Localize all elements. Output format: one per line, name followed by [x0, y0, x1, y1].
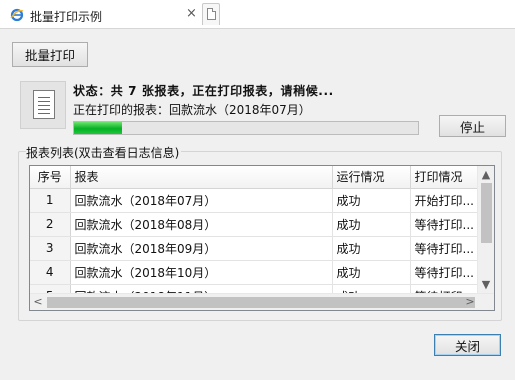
report-list-title: 报表列表(双击查看日志信息)	[26, 144, 182, 161]
batch-print-button[interactable]: 批量打印	[12, 42, 88, 67]
tab-title: 批量打印示例	[30, 10, 103, 24]
report-name-cell: 回款流水（2018年07月）	[70, 188, 333, 213]
row-number: 2	[30, 212, 71, 237]
report-name-cell: 回款流水（2018年10月）	[70, 260, 333, 285]
print-status-cell: 开始打印...	[410, 188, 483, 213]
tab-bar: 批量打印示例 ×	[0, 0, 515, 30]
print-status-cell: 等待打印...	[410, 260, 483, 285]
row-number: 1	[30, 188, 71, 213]
vertical-scroll-thumb[interactable]	[481, 183, 492, 243]
table-row[interactable]: 4 回款流水（2018年10月） 成功 等待打印...	[30, 260, 483, 285]
horizontal-scrollbar[interactable]: < >	[30, 293, 494, 310]
stop-button[interactable]: 停止	[439, 115, 506, 137]
report-grid[interactable]: 序号 报表 运行情况 打印情况 1 回款流水（2018年07月） 成功 开始打印…	[29, 165, 495, 311]
new-tab-icon	[207, 8, 216, 20]
row-number: 3	[30, 236, 71, 261]
tab-batch-print-demo[interactable]: 批量打印示例 ×	[2, 2, 200, 28]
browser-ie-icon	[10, 8, 24, 22]
status-text: 状态：共 7 张报表，正在打印报表，请稍候...	[73, 84, 334, 98]
report-name-cell: 回款流水（2018年09月）	[70, 236, 333, 261]
row-number: 4	[30, 260, 71, 285]
column-header-print-status[interactable]: 打印情况	[410, 166, 483, 189]
run-status-cell: 成功	[332, 188, 411, 213]
column-header-run-status[interactable]: 运行情况	[332, 166, 411, 189]
scroll-right-icon[interactable]: >	[462, 295, 478, 309]
report-table: 序号 报表 运行情况 打印情况 1 回款流水（2018年07月） 成功 开始打印…	[30, 166, 483, 309]
scroll-down-icon[interactable]: ▼	[478, 278, 494, 292]
new-tab-button[interactable]	[202, 3, 220, 25]
column-header-report[interactable]: 报表	[70, 166, 333, 189]
close-button[interactable]: 关闭	[434, 334, 501, 356]
column-header-seq[interactable]: 序号	[30, 166, 71, 189]
report-name-cell: 回款流水（2018年08月）	[70, 212, 333, 237]
print-status-cell: 等待打印...	[410, 236, 483, 261]
table-row[interactable]: 1 回款流水（2018年07月） 成功 开始打印...	[30, 188, 483, 213]
run-status-cell: 成功	[332, 260, 411, 285]
print-progress-bar	[73, 121, 419, 135]
scroll-up-icon[interactable]: ▲	[478, 168, 494, 182]
scroll-left-icon[interactable]: <	[30, 295, 46, 309]
run-status-cell: 成功	[332, 212, 411, 237]
table-header-row: 序号 报表 运行情况 打印情况	[30, 166, 483, 189]
vertical-scrollbar[interactable]: ▲ ▼	[477, 166, 494, 294]
document-icon	[20, 81, 66, 129]
table-row[interactable]: 2 回款流水（2018年08月） 成功 等待打印...	[30, 212, 483, 237]
tab-close-icon[interactable]: ×	[186, 7, 197, 21]
print-status-cell: 等待打印...	[410, 212, 483, 237]
progress-fill	[74, 122, 122, 134]
horizontal-scroll-thumb[interactable]	[47, 297, 475, 308]
printing-report-text: 正在打印的报表：回款流水（2018年07月）	[73, 103, 311, 117]
run-status-cell: 成功	[332, 236, 411, 261]
table-row[interactable]: 3 回款流水（2018年09月） 成功 等待打印...	[30, 236, 483, 261]
